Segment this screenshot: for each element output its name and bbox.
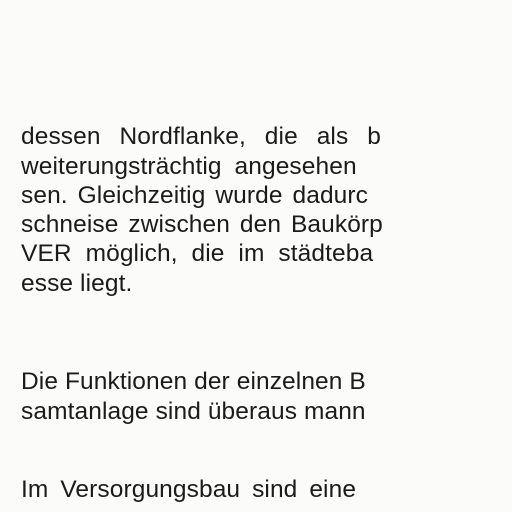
text-line: Die Funktionen der einzelnen B	[21, 368, 366, 395]
text-line: dessen Nordflanke, die als b	[21, 123, 381, 150]
text-line: sen. Gleichzeitig wurde dadurc	[21, 182, 369, 209]
text-line: esse liegt.	[21, 270, 133, 297]
text-line: Im Versorgungsbau sind eine	[21, 476, 357, 503]
text-line: schneise zwischen den Baukörp	[21, 211, 383, 238]
document-page: dessen Nordflanke, die als b weiterungst…	[0, 0, 512, 512]
text-line: VER möglich, die im städteba	[21, 240, 374, 267]
text-line: weiterungsträchtig angesehen	[21, 153, 357, 180]
text-line: samtanlage sind überaus mann	[21, 398, 366, 425]
